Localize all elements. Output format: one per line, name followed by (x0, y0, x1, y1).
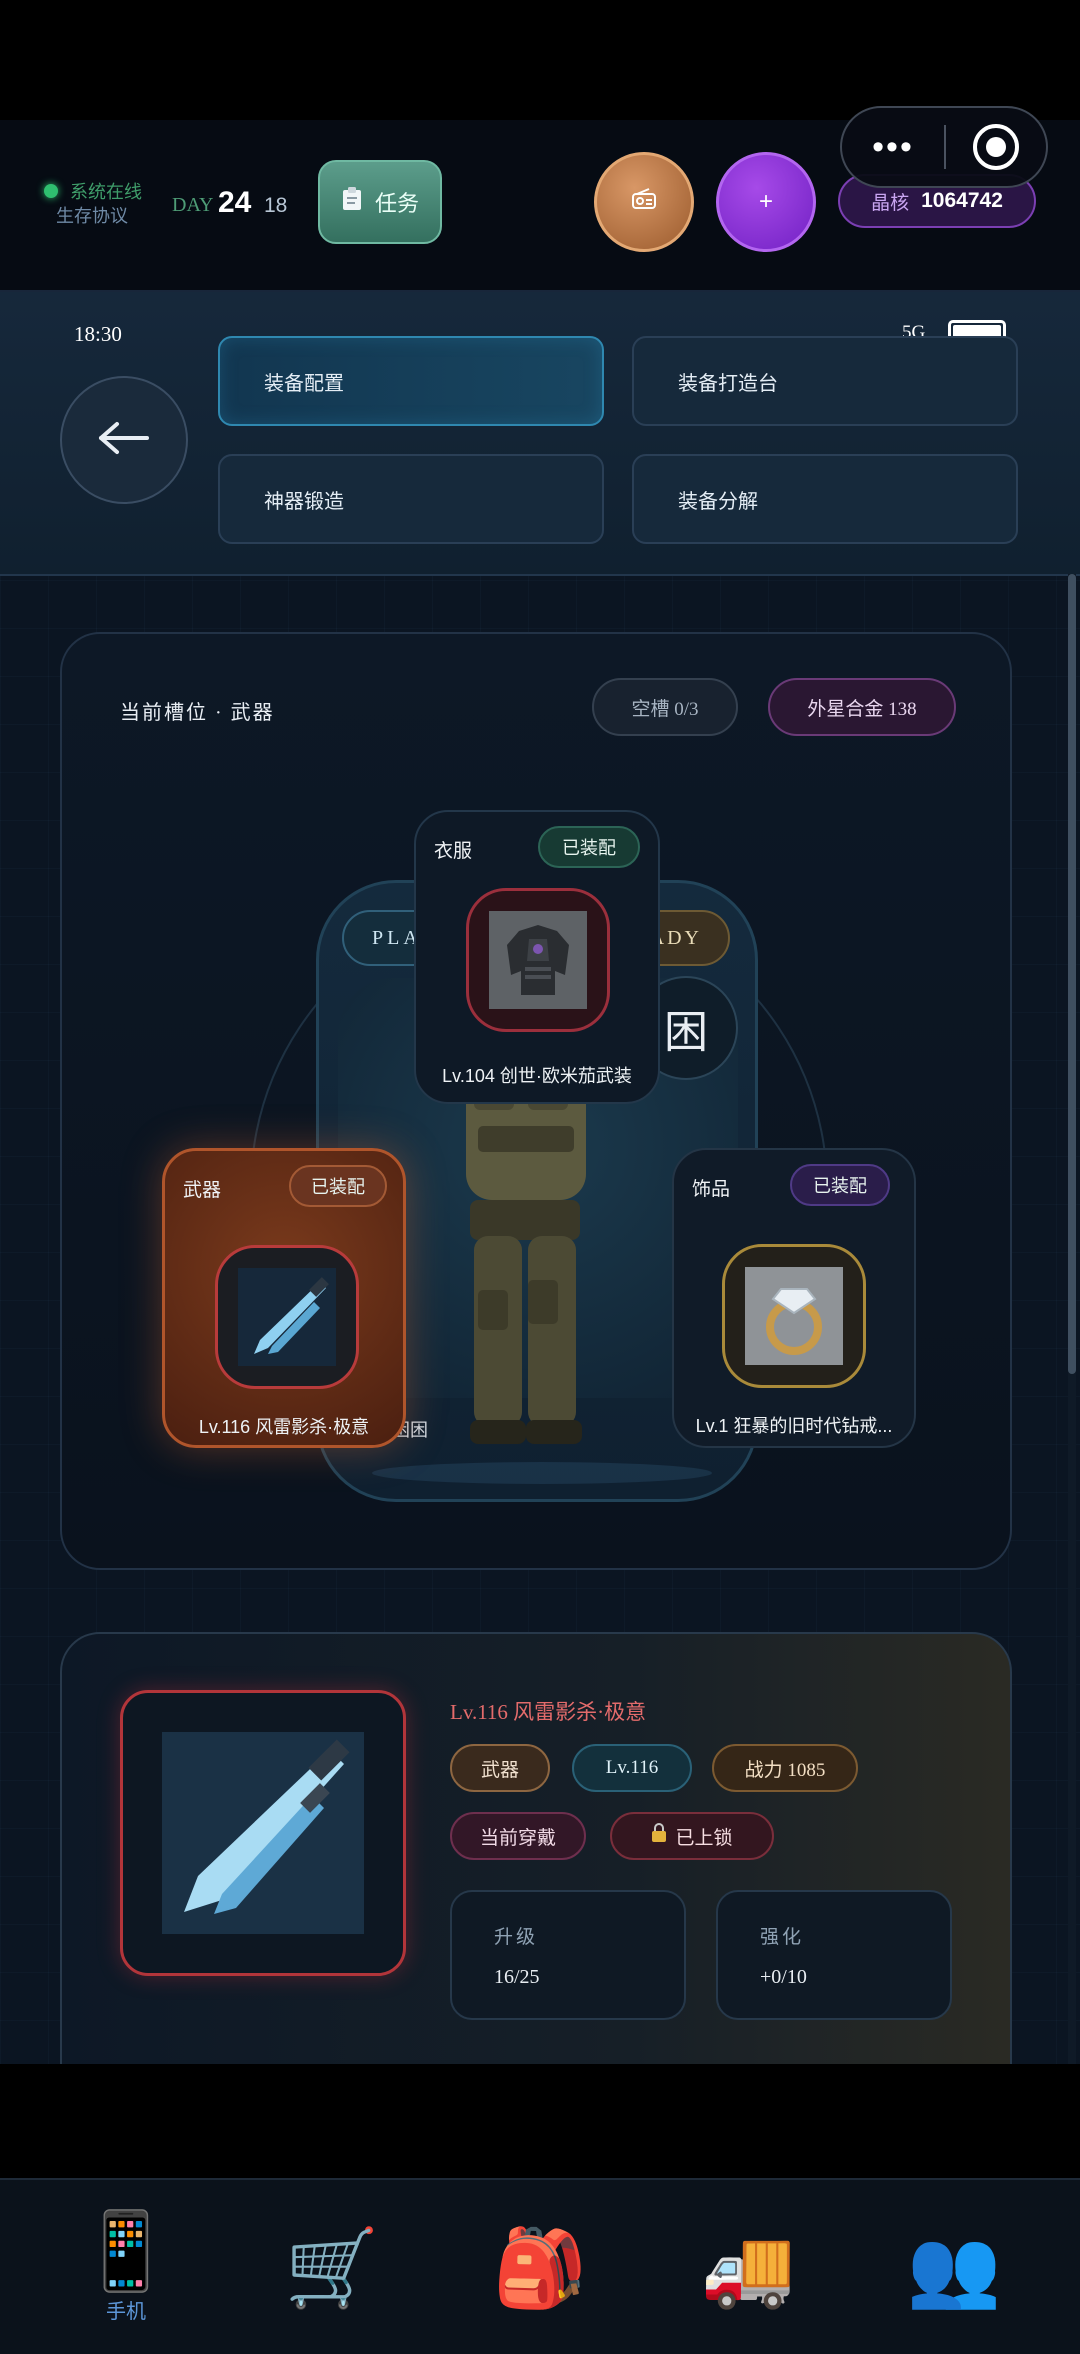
lock-icon (651, 1823, 667, 1849)
lock-label: 已上锁 (675, 1827, 733, 1849)
backpack-icon: 🎒 (492, 2223, 588, 2312)
equipped-badge: 已装配 (289, 1165, 387, 1207)
item-detail-panel: Lv.116 风雷影杀·极意 武器 Lv.116 战力 1085 当前穿戴 已上… (60, 1632, 1012, 2064)
back-button[interactable] (60, 376, 188, 504)
tab-forge-station[interactable]: 装备打造台 (632, 336, 1018, 426)
people-icon: 👥 (906, 2223, 1002, 2312)
task-button[interactable]: 任务 (318, 160, 442, 244)
slot-card-weapon[interactable]: 武器 已装配 Lv.116 风雷影杀·极意 (162, 1148, 406, 1448)
ring-icon (722, 1244, 866, 1388)
online-status-text: 系统在线 (70, 182, 142, 202)
add-button[interactable]: + (716, 152, 816, 252)
dock-item-phone[interactable]: 📱 手机 (18, 2180, 234, 2354)
target-icon (972, 124, 1019, 170)
upgrade-label: 升级 (494, 1927, 539, 1948)
tab-equipment-dismantle[interactable]: 装备分解 (632, 454, 1018, 544)
slot-name: 衣服 (434, 841, 473, 862)
radio-button[interactable] (594, 152, 694, 252)
equipment-slot-panel: 当前槽位 · 武器 空槽 0/3 外星合金 138 PLA ADY 困 困困 衣… (60, 632, 1012, 1570)
online-indicator-dot (44, 184, 58, 198)
item-image-frame (120, 1690, 406, 1976)
phone-icon: 📱 (78, 2205, 174, 2295)
enhance-value: +0/10 (760, 1966, 807, 1988)
empty-slot-pill: 空槽 0/3 (592, 678, 738, 736)
blade-icon (162, 1732, 364, 1934)
tag-item-level: Lv.116 (572, 1744, 692, 1792)
enhance-label: 强化 (760, 1927, 805, 1948)
dock-label: 手机 (106, 2300, 146, 2323)
slot-caption: Lv.116 风雷影杀·极意 (198, 1417, 370, 1437)
task-label: 任务 (374, 191, 419, 216)
tab-equipment-config[interactable]: 装备配置 (218, 336, 604, 426)
upgrade-value: 16/25 (494, 1966, 540, 1988)
dock-item-shop[interactable]: 🛒 (224, 2180, 440, 2354)
alien-alloy-pill: 外星合金 138 (768, 678, 956, 736)
slot-caption: Lv.104 创世·欧米茄武装 (442, 1066, 632, 1086)
armor-icon (466, 888, 610, 1032)
phone-screen: 18:30 5G 装备配置 装备打造台 神器锻造 装备分解 当前槽位 · 武器 … (0, 292, 1080, 2064)
slot-name: 饰品 (692, 1179, 731, 1200)
slot-name: 武器 (183, 1180, 222, 1201)
lock-toggle-button[interactable]: 已上锁 (610, 1812, 774, 1860)
dock-item-backpack[interactable]: 🎒 (432, 2180, 648, 2354)
arrow-left-icon (97, 421, 151, 460)
equipped-badge: 已装配 (538, 826, 640, 868)
scrollbar-thumb[interactable] (1068, 574, 1076, 1374)
equipped-badge: 已装配 (790, 1164, 890, 1206)
radio-icon (631, 187, 657, 217)
slot-card-clothes[interactable]: 衣服 已装配 Lv.104 创世·欧米茄武装 (414, 810, 660, 1104)
tag-combat-power: 战力 1085 (712, 1744, 858, 1792)
close-miniapp-button[interactable] (946, 124, 1046, 170)
miniapp-capsule: ••• (840, 106, 1048, 188)
clipboard-icon (341, 186, 363, 218)
day-sub-value: 18 (264, 194, 288, 217)
dock-item-team[interactable]: 👥 (846, 2180, 1062, 2354)
bottom-dock: 📱 手机 🛒 🎒 🚚 👥 (0, 2178, 1080, 2354)
slot-card-accessory[interactable]: 饰品 已装配 Lv.1 狂暴的旧时代钻戒... (672, 1148, 916, 1448)
enhance-stat-box[interactable]: 强化 +0/10 (716, 1890, 952, 2020)
more-menu-button[interactable]: ••• (842, 128, 944, 167)
day-value: 24 (218, 186, 252, 219)
truck-icon: 🚚 (700, 2223, 796, 2312)
core-label: 晶核 (871, 192, 910, 214)
tag-currently-worn: 当前穿戴 (450, 1812, 586, 1860)
cart-icon: 🛒 (284, 2223, 380, 2312)
blade-icon (215, 1245, 359, 1389)
slot-panel-title: 当前槽位 · 武器 (120, 702, 275, 724)
upgrade-stat-box[interactable]: 升级 16/25 (450, 1890, 686, 2020)
clock: 18:30 (74, 322, 122, 346)
slot-caption: Lv.1 狂暴的旧时代钻戒... (695, 1416, 893, 1436)
day-label: DAY (172, 194, 214, 216)
tag-item-type: 武器 (450, 1744, 550, 1792)
dock-item-truck[interactable]: 🚚 (640, 2180, 856, 2354)
tab-artifact-forging[interactable]: 神器锻造 (218, 454, 604, 544)
item-name: Lv.116 风雷影杀·极意 (450, 1700, 647, 1724)
core-value: 1064742 (921, 189, 1003, 212)
protocol-text: 生存协议 (56, 206, 128, 226)
